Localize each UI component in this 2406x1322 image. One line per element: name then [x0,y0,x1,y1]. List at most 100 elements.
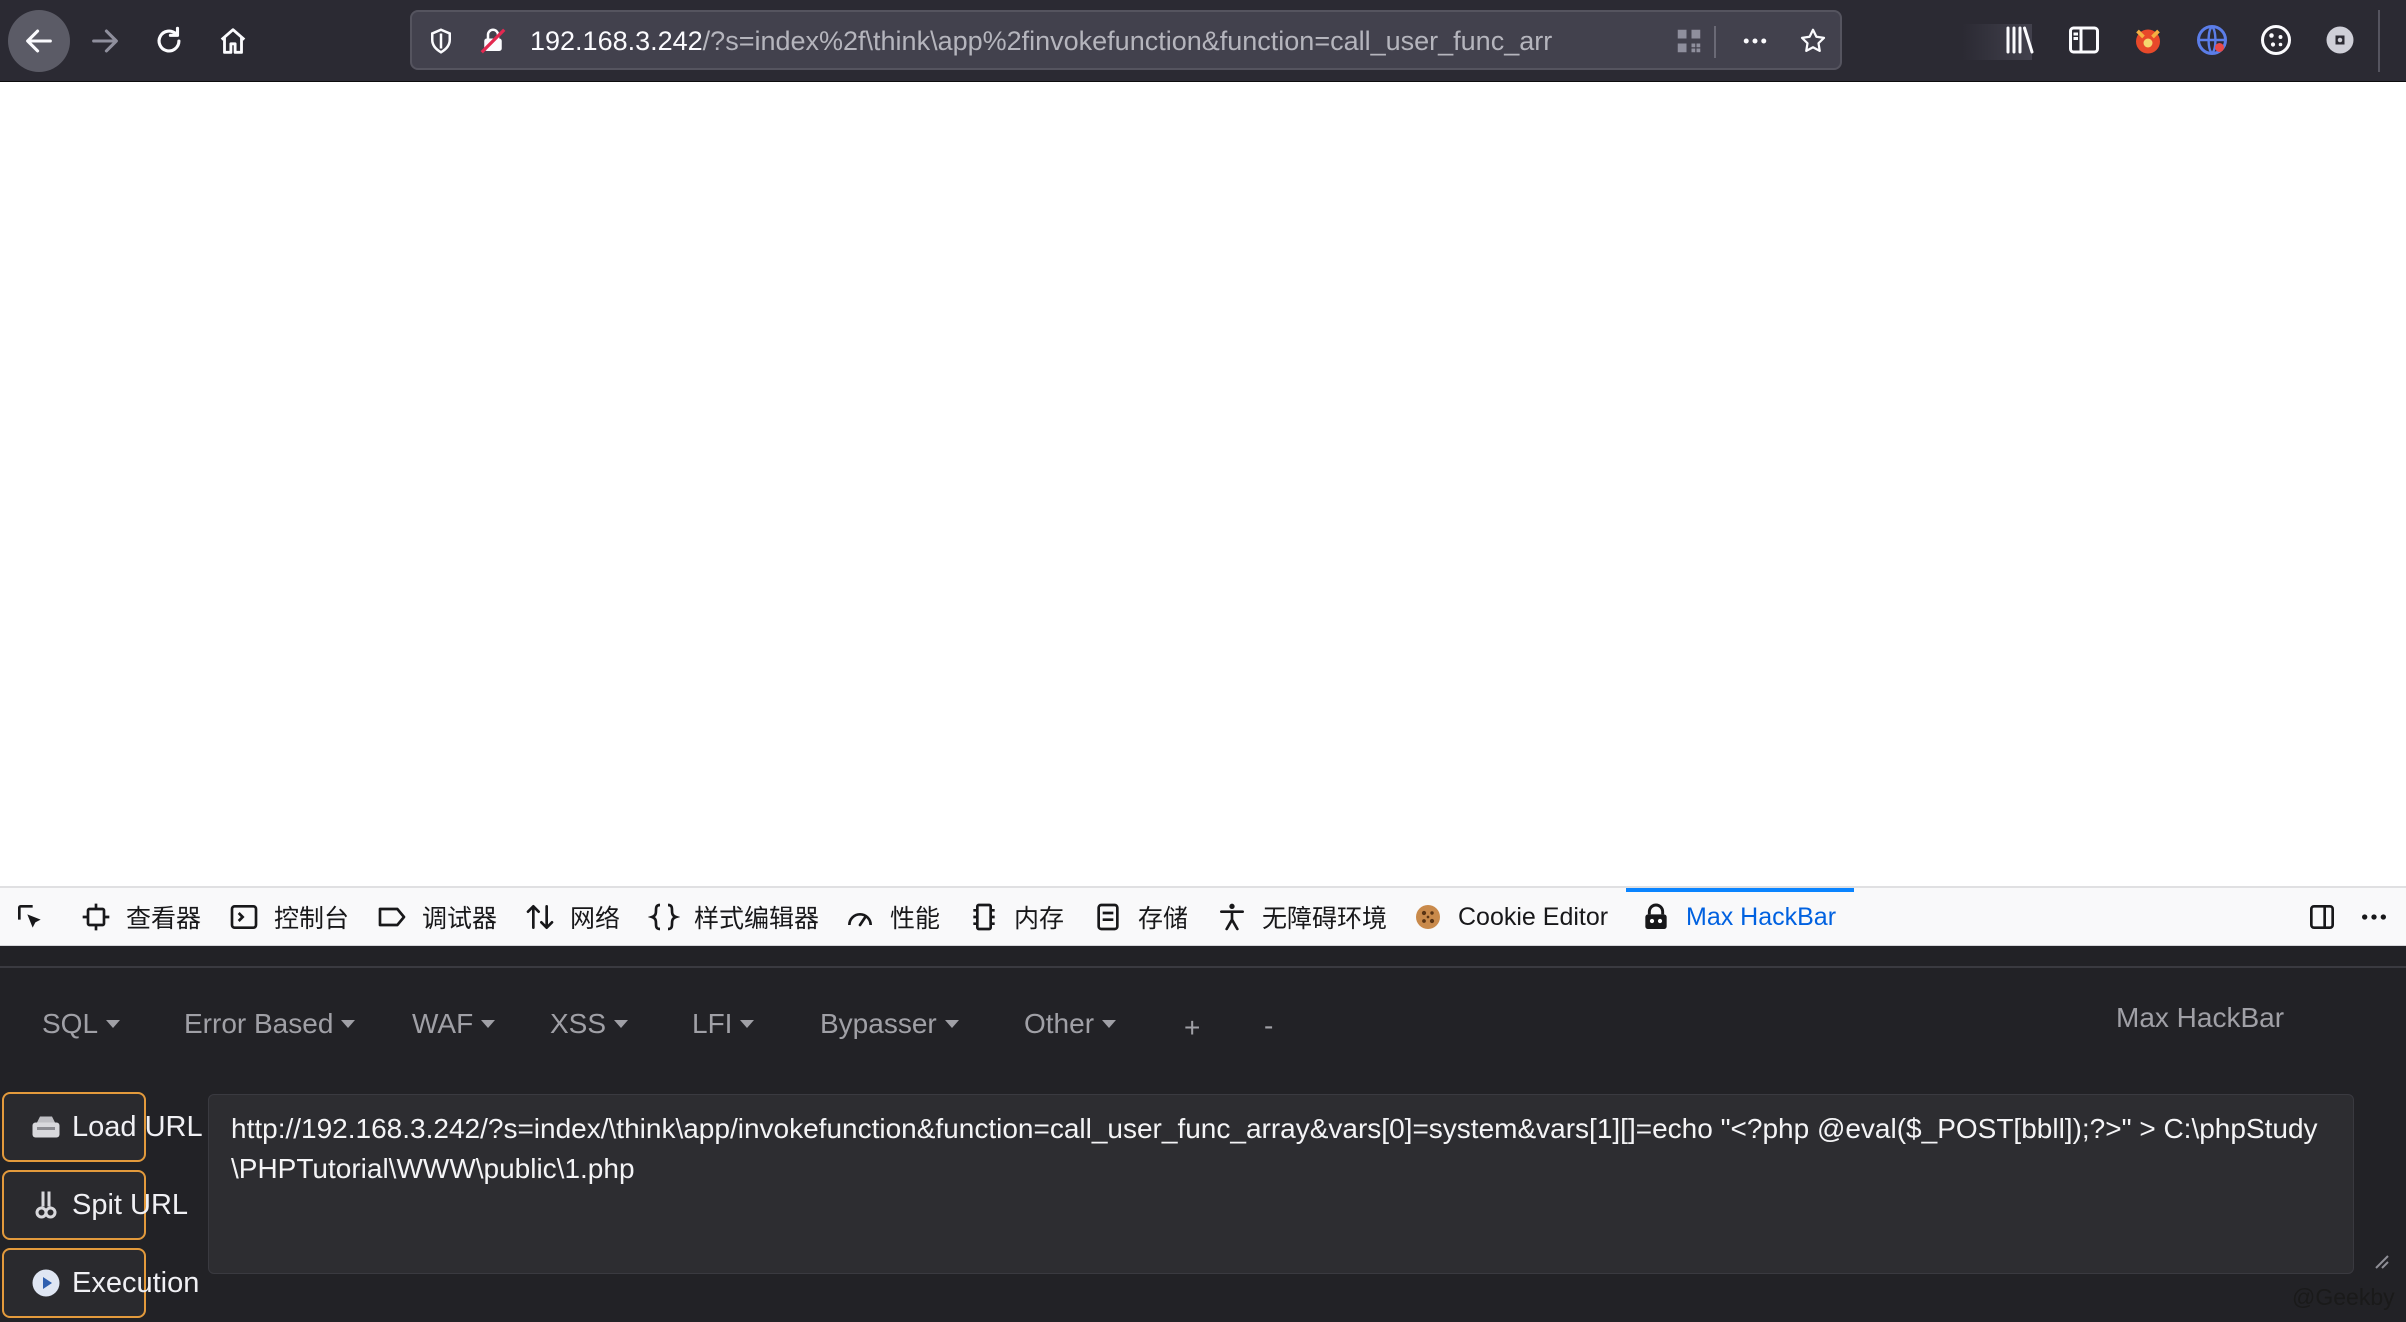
chevron-down-icon [106,1020,121,1028]
back-button[interactable] [8,10,70,72]
qr-code-icon[interactable] [1672,24,1706,58]
forward-icon [92,29,118,53]
tab-performance[interactable]: 性能 [844,888,940,946]
tab-performance-label: 性能 [890,905,941,933]
hackbar-icon [1645,903,1667,929]
reload-button[interactable] [140,12,198,70]
star-icon[interactable] [1796,24,1830,58]
url-separator [1714,26,1716,58]
globe-extension-icon[interactable] [2192,20,2232,60]
tab-debugger[interactable]: 调试器 [376,888,497,946]
menu-waf-label: WAF [412,1008,474,1039]
execution-button[interactable]: Execution [2,1248,199,1318]
more-icon[interactable] [1738,24,1772,58]
inspector-icon [82,903,110,931]
debugger-icon [378,907,406,927]
menu-add-label: + [1184,1012,1201,1043]
watermark: @Geekby [2292,1284,2395,1310]
tab-storage-label: 存储 [1138,905,1189,933]
tab-accessibility-label: 无障碍环境 [1262,905,1388,933]
back-icon [26,29,52,53]
tab-console[interactable]: 控制台 [228,888,349,946]
menu-lfi[interactable]: LFI [692,1004,755,1044]
menu-error-based-label: Error Based [184,1008,334,1039]
network-icon [526,905,554,929]
devtools-tabbar: 查看器 控制台 调试器 网络 样式编辑器 性能 内存 存储 无障碍环境 Cook… [0,886,2406,946]
play-icon [28,1265,64,1301]
tab-storage[interactable]: 存储 [1092,888,1188,946]
menu-xss[interactable]: XSS [550,1004,629,1044]
url-path: /?s=index%2f\think\app%2finvokefunction&… [702,26,1553,56]
dock-toggle-button[interactable] [2306,888,2352,946]
tab-style-editor[interactable]: 样式编辑器 [648,888,819,946]
tab-console-label: 控制台 [274,905,350,933]
element-picker-icon [18,905,41,928]
scissors-icon [28,1187,64,1223]
storage-icon [1097,903,1119,931]
chevron-down-icon [944,1020,959,1028]
tab-memory-label: 内存 [1014,905,1065,933]
home-button[interactable] [204,12,262,70]
load-url-icon [28,1109,64,1145]
tab-network-label: 网络 [570,905,621,933]
menu-sql-label: SQL [42,1008,99,1039]
forward-button[interactable] [76,12,134,70]
more-icon [2362,914,2386,920]
execution-label: Execution [72,1266,200,1299]
cookie-icon [1416,905,1440,929]
tab-network[interactable]: 网络 [524,888,620,946]
url-host: 192.168.3.242 [530,26,703,56]
fox-extension-icon[interactable] [2128,20,2168,60]
reload-icon [157,26,181,53]
split-url-button[interactable]: Spit URL [2,1170,188,1240]
console-icon [230,905,258,929]
page-content [0,82,2406,886]
menu-bypasser[interactable]: Bypasser [820,1004,959,1044]
shield-icon[interactable] [424,24,458,58]
home-icon [220,28,246,54]
element-picker-button[interactable] [14,888,60,946]
address-bar[interactable]: 192.168.3.242/?s=index%2f\think\app%2fin… [410,10,2032,70]
chevron-down-icon [740,1020,755,1028]
chevron-down-icon [341,1020,356,1028]
menu-other-label: Other [1024,1008,1095,1039]
chevron-down-icon [481,1020,496,1028]
library-icon[interactable] [2000,20,2040,60]
tab-accessibility[interactable]: 无障碍环境 [1216,888,1387,946]
menu-remove[interactable]: - [1264,1006,1273,1046]
toolbar-separator [2378,10,2380,72]
devtools-menu-button[interactable] [2358,888,2404,946]
menu-error-based[interactable]: Error Based [184,1004,356,1044]
url-textarea[interactable]: http://192.168.3.242/?s=index/\think\app… [208,1094,2354,1274]
cookie-extension-icon[interactable] [2256,20,2296,60]
tab-memory[interactable]: 内存 [968,888,1064,946]
tab-debugger-label: 调试器 [422,905,498,933]
dock-side-icon [2310,905,2334,929]
menu-remove-label: - [1264,1010,1274,1041]
style-editor-icon [648,903,680,931]
resize-grip-icon[interactable] [2370,1250,2390,1270]
chevron-down-icon [614,1020,629,1028]
menu-bypasser-label: Bypasser [820,1008,937,1039]
tab-inspector-label: 查看器 [126,905,202,933]
menu-other[interactable]: Other [1024,1004,1117,1044]
menu-xss-label: XSS [550,1008,607,1039]
accessibility-icon [1220,903,1244,931]
hackbar-panel: SQL Error Based WAF XSS LFI Bypasser Oth… [0,946,2406,1322]
performance-icon [848,913,872,927]
insecure-lock-icon[interactable] [476,24,510,58]
tab-cookie-editor[interactable]: Cookie Editor [1412,888,1608,946]
tab-inspector[interactable]: 查看器 [80,888,201,946]
tab-cookie-editor-label: Cookie Editor [1458,902,1609,931]
menu-lfi-label: LFI [692,1008,733,1039]
menu-sql[interactable]: SQL [42,1004,121,1044]
gear-extension-icon[interactable] [2320,20,2360,60]
menu-add[interactable]: + [1184,1008,1200,1048]
tab-max-hackbar[interactable]: Max HackBar [1640,888,1836,946]
load-url-button[interactable]: Load URL [2,1092,203,1162]
chevron-down-icon [1102,1020,1117,1028]
menu-waf[interactable]: WAF [412,1004,496,1044]
load-url-label: Load URL [72,1110,203,1143]
hackbar-brand: Max HackBar [2116,1002,2285,1033]
sidebar-icon[interactable] [2064,20,2104,60]
